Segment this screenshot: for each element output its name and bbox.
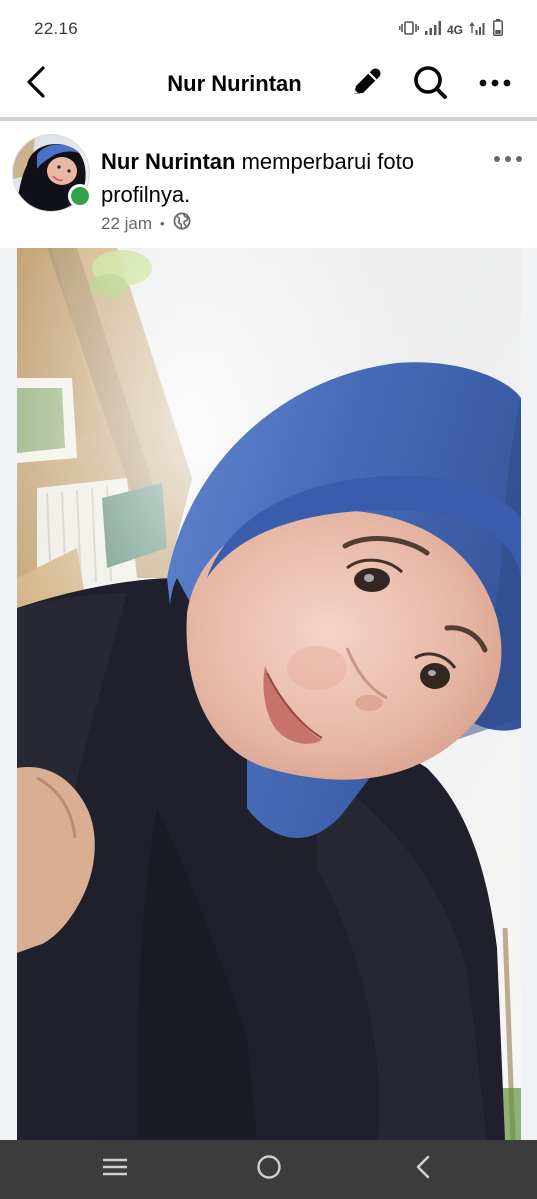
more-horizontal-icon [479, 75, 511, 93]
system-back-button[interactable] [401, 1149, 445, 1189]
post-meta: 22 jam • [101, 212, 191, 235]
post-author-name[interactable]: Nur Nurintan [101, 149, 235, 174]
mobile-data-icon [469, 21, 487, 40]
status-time: 22.16 [34, 19, 79, 38]
vibrate-icon [399, 20, 419, 40]
pencil-icon [348, 64, 384, 105]
more-horizontal-icon [493, 150, 523, 168]
app-header: Nur Nurintan [0, 56, 537, 116]
system-nav-bar [0, 1140, 537, 1199]
status-icons: 4G [399, 19, 503, 41]
meta-separator: • [160, 216, 165, 231]
avatar-wrap[interactable] [12, 134, 92, 214]
profile-photo[interactable] [17, 248, 521, 1140]
post-time[interactable]: 22 jam [101, 214, 152, 234]
signal-icon [424, 20, 441, 40]
status-bar: 22.16 4G [0, 0, 537, 56]
post-text: Nur Nurintan memperbarui foto profilnya. [101, 145, 481, 211]
search-icon [411, 63, 449, 106]
recent-apps-button[interactable] [93, 1149, 137, 1189]
home-button[interactable] [247, 1149, 291, 1189]
battery-icon [493, 19, 503, 41]
photo-area [0, 248, 537, 1140]
globe-icon [173, 212, 191, 235]
more-options-button[interactable] [475, 64, 515, 104]
back-icon [414, 1155, 432, 1184]
post-options-button[interactable] [488, 145, 528, 173]
recent-apps-icon [102, 1157, 128, 1182]
edit-button[interactable] [346, 64, 386, 104]
screen: 22.16 4G Nur Nurintan Nur Nurintan mempe… [0, 0, 537, 1199]
search-button[interactable] [410, 64, 450, 104]
home-icon [256, 1154, 282, 1185]
page-title: Nur Nurintan [167, 71, 302, 96]
post-header: Nur Nurintan memperbarui foto profilnya.… [0, 121, 537, 248]
online-status-dot [68, 184, 92, 208]
network-label: 4G [446, 23, 463, 37]
